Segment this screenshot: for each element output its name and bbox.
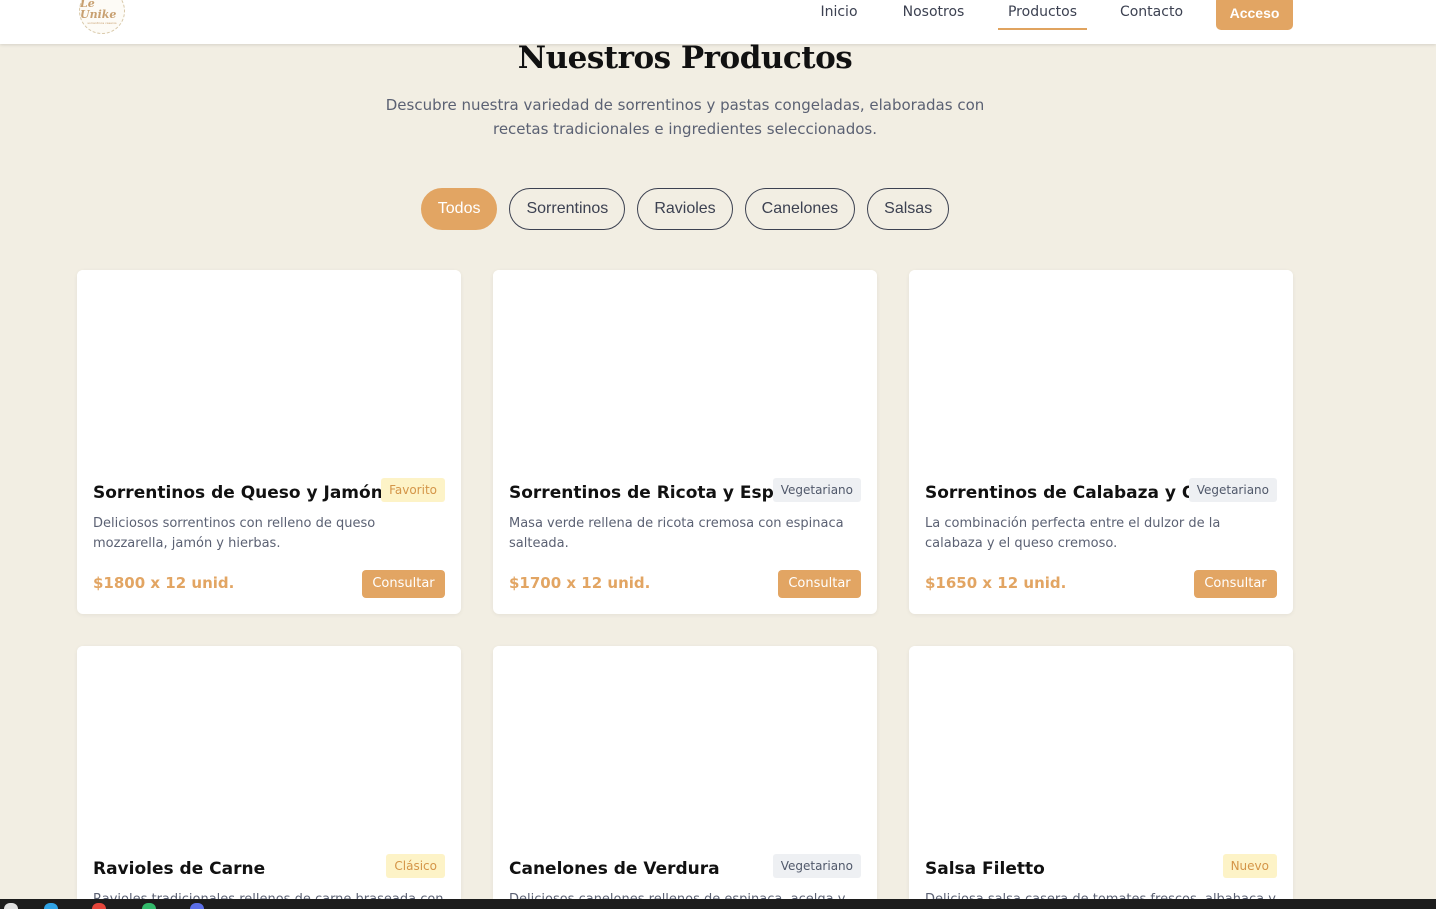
product-name: Sorrentinos de Queso y Jamón [93, 483, 383, 503]
product-description: Deliciosos canelones rellenos de espinac… [509, 890, 861, 899]
product-name: Ravioles de Carne [93, 859, 266, 879]
filter-sorrentinos[interactable]: Sorrentinos [509, 188, 626, 230]
filter-canelones[interactable]: Canelones [744, 188, 856, 230]
product-badge: Nuevo [1222, 854, 1277, 878]
product-description: La combinación perfecta entre el dulzor … [925, 516, 1221, 551]
category-filters: Todos Sorrentinos Ravioles Canelones Sal… [0, 188, 1370, 230]
product-badge: Favorito [381, 478, 445, 502]
product-badge: Vegetariano [772, 854, 861, 878]
product-badge: Clásico [386, 854, 445, 878]
nav-link-contacto[interactable]: Contacto [1114, 0, 1189, 30]
page-title: Nuestros Productos [517, 40, 853, 76]
product-card: Canelones de Verdura Vegetariano Delicio… [493, 646, 877, 899]
product-price: $1800 x 12 unid. [93, 574, 235, 592]
product-badge: Vegetariano [1188, 478, 1277, 502]
product-image [77, 646, 461, 842]
product-card: Sorrentinos de Ricota y Espinaca Vegetar… [493, 270, 877, 614]
taskbar-icon[interactable] [44, 903, 58, 909]
product-image [493, 646, 877, 842]
page-subtitle: Descubre nuestra variedad de sorrentinos… [385, 96, 985, 138]
product-image [909, 270, 1293, 466]
nav-link-nosotros[interactable]: Nosotros [896, 0, 971, 30]
filter-ravioles[interactable]: Ravioles [637, 188, 733, 230]
consultar-button[interactable]: Consultar [362, 570, 445, 598]
product-name: Salsa Filetto [925, 859, 1045, 879]
brand-logo[interactable]: Le Unike sorrentinos caseros [79, 0, 125, 34]
product-card: Sorrentinos de Queso y Jamón Favorito De… [77, 270, 461, 614]
product-badge: Vegetariano [772, 478, 861, 502]
product-image [493, 270, 877, 466]
product-description: Masa verde rellena de ricota cremosa con… [509, 516, 844, 551]
product-image [909, 646, 1293, 842]
product-card: Ravioles de Carne Clásico Ravioles tradi… [77, 646, 461, 899]
product-price: $1650 x 12 unid. [925, 574, 1067, 592]
taskbar-icon[interactable] [92, 903, 106, 909]
taskbar-icon[interactable] [142, 903, 156, 909]
os-taskbar [0, 899, 1436, 909]
product-price: $1700 x 12 unid. [509, 574, 651, 592]
product-name: Canelones de Verdura [509, 859, 720, 879]
nav-link-productos[interactable]: Productos [998, 0, 1087, 30]
navbar: Le Unike sorrentinos caseros Inicio Noso… [0, 0, 1436, 44]
logo-subtext: sorrentinos caseros [87, 20, 117, 25]
logo-text: Le Unike [80, 0, 117, 21]
product-description: Deliciosa salsa casera de tomates fresco… [925, 890, 1277, 899]
product-card: Sorrentinos de Calabaza y Queso Vegetari… [909, 270, 1293, 614]
taskbar-icon[interactable] [4, 903, 18, 909]
product-card: Salsa Filetto Nuevo Deliciosa salsa case… [909, 646, 1293, 899]
filter-salsas[interactable]: Salsas [867, 188, 950, 230]
filter-todos[interactable]: Todos [420, 188, 498, 230]
taskbar-icon[interactable] [190, 903, 204, 909]
consultar-button[interactable]: Consultar [778, 570, 861, 598]
product-image [77, 270, 461, 466]
acceso-button[interactable]: Acceso [1216, 0, 1293, 30]
consultar-button[interactable]: Consultar [1194, 570, 1277, 598]
product-description: Ravioles tradicionales rellenos de carne… [93, 890, 445, 899]
nav-link-inicio[interactable]: Inicio [812, 0, 866, 30]
product-description: Deliciosos sorrentinos con relleno de qu… [93, 516, 376, 551]
